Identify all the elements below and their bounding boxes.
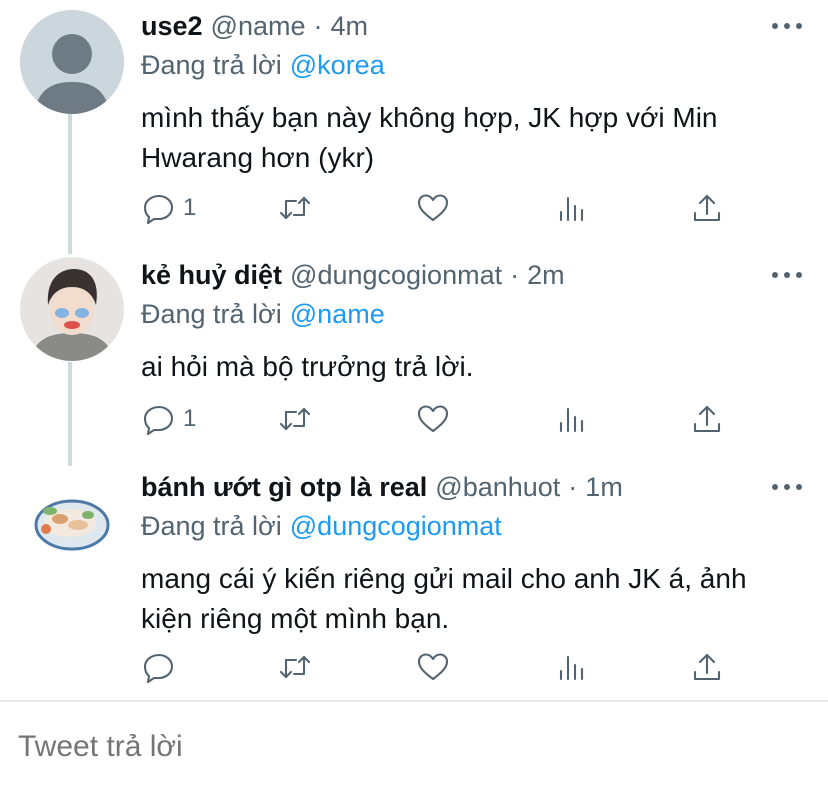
reply-button[interactable]: 1 [141,399,196,439]
share-icon [693,194,721,222]
separator-dot: · [568,471,578,502]
reply-button[interactable] [141,647,177,687]
thread-line [68,362,72,466]
like-button[interactable] [415,399,451,439]
replying-to: Đang trả lời @korea [141,50,385,81]
analytics-button[interactable] [553,188,589,228]
timestamp[interactable]: 4m [331,11,369,42]
more-options-icon[interactable] [772,16,802,36]
tweet-text: mình thấy bạn này không hợp, JK hợp với … [141,102,718,173]
food-plate-avatar [20,469,124,573]
tweet[interactable]: bánh ướt gì otp là real @banhuot · 1m Đa… [0,467,828,697]
retweet-icon [279,655,311,679]
tweet-header: bánh ướt gì otp là real @banhuot · 1m [141,467,623,507]
tweet-actions [141,647,741,687]
avatar[interactable] [20,469,124,573]
replying-label: Đang trả lời [141,299,282,329]
reply-icon [143,653,174,684]
tweet-header: kẻ huỷ diệt @dungcogionmat · 2m [141,255,565,295]
retweet-button[interactable] [277,188,313,228]
display-name[interactable]: bánh ướt gì otp là real [141,472,427,503]
tweet-actions: 1 [141,188,741,228]
separator-dot: · [510,259,520,290]
analytics-button[interactable] [553,647,589,687]
reply-button[interactable]: 1 [141,188,196,228]
reply-input[interactable] [18,730,798,764]
retweet-icon [279,407,311,431]
like-button[interactable] [415,188,451,228]
analytics-icon [559,407,584,433]
tweet[interactable]: kẻ huỷ diệt @dungcogionmat · 2m Đang trả… [0,255,828,455]
replying-to: Đang trả lời @name [141,299,385,330]
replying-mention[interactable]: @name [290,299,385,329]
share-button[interactable] [689,647,725,687]
share-button[interactable] [689,399,725,439]
user-handle[interactable]: @dungcogionmat [290,260,502,291]
display-name[interactable]: use2 [141,11,203,42]
timestamp[interactable]: 1m [585,472,623,503]
timestamp[interactable]: 2m [527,260,565,291]
tweet-actions: 1 [141,399,741,439]
reply-icon [143,405,174,436]
share-icon [693,405,721,433]
share-button[interactable] [689,188,725,228]
divider [0,700,828,702]
analytics-button[interactable] [553,399,589,439]
tweet[interactable]: use2 @name · 4m Đang trả lời @korea mình … [0,6,828,236]
like-button[interactable] [415,647,451,687]
replying-to: Đang trả lời @dungcogionmat [141,511,502,542]
retweet-button[interactable] [277,647,313,687]
replying-mention[interactable]: @dungcogionmat [290,511,502,541]
retweet-icon [279,196,311,220]
retweet-button[interactable] [277,399,313,439]
thread-line [68,114,72,254]
reply-count: 1 [183,405,197,432]
reply-count: 1 [183,194,197,221]
heart-icon [417,405,449,433]
tweet-header: use2 @name · 4m [141,6,368,46]
replying-label: Đang trả lời [141,50,282,80]
reply-icon [143,194,174,225]
person-photo-avatar [20,257,124,361]
more-options-icon[interactable] [772,265,802,285]
analytics-icon [559,655,584,681]
avatar[interactable] [20,10,124,114]
replying-label: Đang trả lời [141,511,282,541]
heart-icon [417,194,449,222]
user-handle[interactable]: @name [211,11,306,42]
replying-mention[interactable]: @korea [290,50,385,80]
user-handle[interactable]: @banhuot [435,472,560,503]
tweet-text: mang cái ý kiến riêng gửi mail cho anh J… [141,563,747,634]
avatar[interactable] [20,257,124,361]
share-icon [693,653,721,681]
more-options-icon[interactable] [772,477,802,497]
default-profile-icon [20,10,124,114]
separator-dot: · [313,10,323,41]
analytics-icon [559,196,584,222]
display-name[interactable]: kẻ huỷ diệt [141,260,282,291]
heart-icon [417,653,449,681]
tweet-text: ai hỏi mà bộ trưởng trả lời. [141,351,474,382]
